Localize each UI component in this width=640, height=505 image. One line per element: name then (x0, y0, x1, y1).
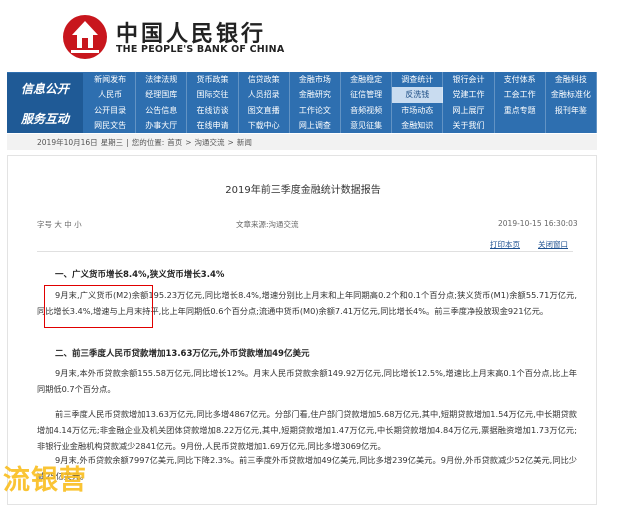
nav-item[interactable]: 新闻发布 (85, 72, 137, 88)
nav-item[interactable]: 货币政策 (187, 72, 239, 88)
weekday: 星期三 (100, 137, 124, 147)
article-source: 文章来源:沟通交流 (236, 220, 299, 229)
font-size-switcher[interactable]: 字号 大 中 小 (37, 219, 82, 230)
nav-item[interactable]: 市场动态 (392, 102, 444, 118)
current-date: 2019年10月16日 (37, 137, 98, 147)
nav-item[interactable]: 金融研究 (290, 87, 341, 103)
nav-item[interactable]: 意见征集 (341, 117, 393, 133)
article-datetime: 2019-10-15 16:30:03 (498, 219, 578, 228)
nav-item[interactable]: 金融标准化 (546, 87, 597, 103)
nav-item[interactable]: 法律法规 (136, 72, 188, 88)
divider (37, 251, 573, 252)
section-heading-2: 二、前三季度人民币贷款增加13.63万亿元,外币贷款增加49亿美元 (55, 349, 310, 359)
location-label: 您的位置: (131, 137, 165, 147)
nav-grid: 新闻发布 法律法规 货币政策 信贷政策 金融市场 金融稳定 调查统计 银行会计 … (85, 72, 597, 133)
nav-item[interactable]: 在线申请 (187, 117, 239, 133)
nav-item (546, 117, 597, 133)
highlight-annotation-box (44, 285, 153, 328)
nav-item[interactable]: 网上展厅 (443, 102, 495, 118)
nav-item[interactable]: 经理国库 (136, 87, 188, 103)
nav-item[interactable]: 人民币 (85, 87, 137, 103)
nav-item[interactable]: 报刊年鉴 (546, 102, 597, 118)
nav-item[interactable]: 公开目录 (85, 102, 137, 118)
nav-item[interactable]: 金融知识 (392, 117, 444, 133)
nav-item[interactable]: 国际交往 (187, 87, 239, 103)
pboc-emblem-icon (63, 15, 107, 59)
paragraph-4: 9月末,外币贷款余额7997亿美元,同比下降2.3%。前三季度外币贷款增加49亿… (37, 455, 577, 481)
nav-item[interactable]: 音频视频 (341, 102, 393, 118)
nav-item[interactable]: 网民文告 (85, 117, 137, 133)
nav-item[interactable]: 办事大厅 (136, 117, 188, 133)
section-heading-1: 一、广义货币增长8.4%,狭义货币增长3.4% (55, 270, 225, 280)
nav-item[interactable]: 公告信息 (136, 102, 188, 118)
nav-item[interactable]: 工会工作 (495, 87, 546, 103)
nav-item (495, 117, 546, 133)
nav-item[interactable]: 重点专题 (495, 102, 546, 118)
breadcrumb-home[interactable]: 首页 (167, 137, 182, 148)
nav-category-info[interactable]: 信息公开 (7, 73, 83, 103)
nav-item[interactable]: 下载中心 (239, 117, 290, 133)
nav-item[interactable]: 人员招录 (239, 87, 290, 103)
nav-item[interactable]: 信贷政策 (239, 72, 290, 88)
nav-item[interactable]: 征信管理 (341, 87, 393, 103)
nav-item[interactable]: 银行会计 (443, 72, 495, 88)
nav-item[interactable]: 支付体系 (495, 72, 546, 88)
article-panel: 2019年前三季度金融统计数据报告 字号 大 中 小 文章来源:沟通交流 201… (7, 155, 597, 505)
watermark-logo: 流银营 (3, 465, 87, 496)
site-header: 中国人民银行 THE PEOPLE'S BANK OF CHINA (0, 0, 640, 72)
nav-item[interactable]: 在线访谈 (187, 102, 239, 118)
breadcrumb: 2019年10月16日 星期三 | 您的位置: 首页 > 沟通交流 > 新闻 (7, 134, 597, 150)
nav-item[interactable]: 金融稳定 (341, 72, 393, 88)
breadcrumb-section[interactable]: 沟通交流 (195, 137, 225, 148)
paragraph-3: 前三季度人民币贷款增加13.63万亿元,同比多增4867亿元。分部门看,住户部门… (37, 409, 577, 451)
close-window-link[interactable]: 关闭窗口 (538, 239, 568, 250)
nav-category-service[interactable]: 服务互动 (7, 103, 83, 133)
nav-item[interactable]: 调查统计 (392, 72, 444, 88)
nav-item[interactable]: 党建工作 (443, 87, 495, 103)
nav-item[interactable]: 工作论文 (290, 102, 341, 118)
print-link[interactable]: 打印本页 (490, 239, 520, 250)
nav-item[interactable]: 关于我们 (443, 117, 495, 133)
paragraph-2: 9月末,本外币贷款余额155.58万亿元,同比增长12%。月末人民币贷款余额14… (37, 368, 577, 394)
nav-item[interactable]: 金融科技 (546, 72, 597, 88)
nav-item[interactable]: 金融市场 (290, 72, 341, 88)
main-navigation: 信息公开 服务互动 新闻发布 法律法规 货币政策 信贷政策 金融市场 金融稳定 … (7, 72, 597, 133)
nav-item[interactable]: 网上调查 (290, 117, 341, 133)
nav-item[interactable]: 反洗钱 (392, 87, 444, 103)
article-title: 2019年前三季度金融统计数据报告 (225, 185, 381, 196)
logo-english-name: THE PEOPLE'S BANK OF CHINA (116, 44, 285, 55)
nav-item[interactable]: 图文直播 (239, 102, 290, 118)
breadcrumb-page[interactable]: 新闻 (237, 137, 252, 148)
